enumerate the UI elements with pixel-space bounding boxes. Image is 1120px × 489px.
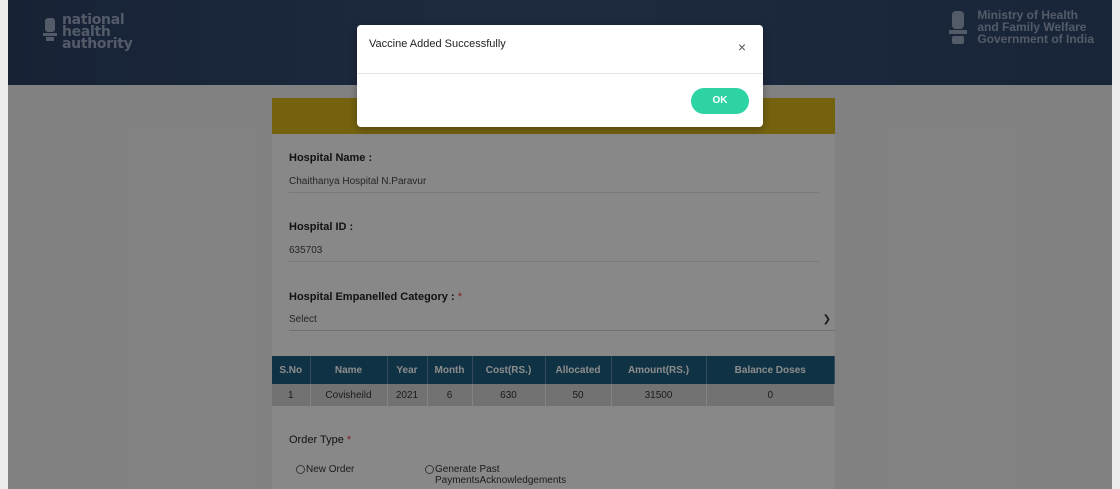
dialog-divider (357, 73, 763, 74)
dialog-title: Vaccine Added Successfully (369, 38, 506, 50)
ok-button[interactable]: OK (691, 88, 749, 114)
close-icon[interactable]: × (738, 39, 746, 55)
success-dialog: Vaccine Added Successfully × OK (357, 25, 763, 127)
